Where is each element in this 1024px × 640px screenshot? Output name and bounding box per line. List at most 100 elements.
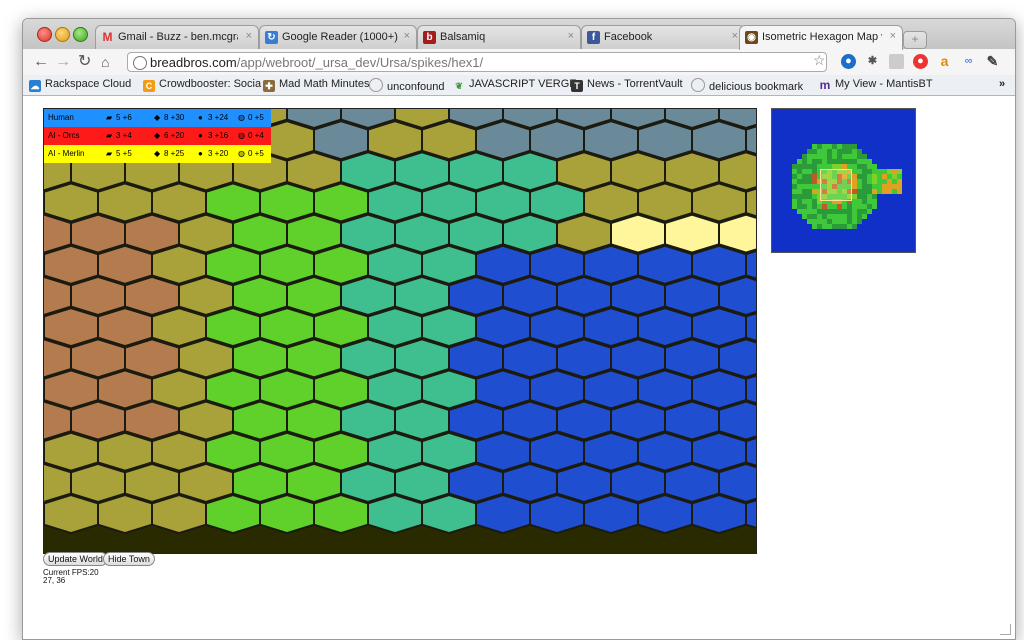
hex-tile[interactable] xyxy=(340,151,396,192)
hex-tile[interactable] xyxy=(259,182,315,223)
bookmark-crowdbooster[interactable]: C Crowdbooster: Socia xyxy=(143,78,261,92)
home-icon[interactable]: ⌂ xyxy=(101,53,109,71)
hex-tile[interactable] xyxy=(44,369,99,410)
hex-tile[interactable] xyxy=(313,182,369,223)
hex-tile[interactable] xyxy=(583,307,639,348)
hex-tile[interactable] xyxy=(421,244,477,285)
hex-tile[interactable] xyxy=(421,431,477,472)
bookmark-torrentvault[interactable]: T News - TorrentVault xyxy=(571,78,683,92)
hex-tile[interactable] xyxy=(367,369,423,410)
hex-tile[interactable] xyxy=(448,151,504,192)
close-tab-icon[interactable]: × xyxy=(246,30,252,42)
bookmarks-overflow-chevron[interactable]: » xyxy=(999,78,1005,90)
hex-tile[interactable] xyxy=(421,182,477,223)
hex-tile[interactable] xyxy=(151,431,207,472)
hex-tile[interactable] xyxy=(583,431,639,472)
hex-tile[interactable] xyxy=(691,431,747,472)
hex-tile[interactable] xyxy=(637,307,693,348)
hex-tile[interactable] xyxy=(475,369,531,410)
hex-tile[interactable] xyxy=(97,307,153,348)
hex-tile[interactable] xyxy=(232,400,288,441)
tab-facebook[interactable]: f Facebook × xyxy=(581,25,745,49)
hex-tile[interactable] xyxy=(664,338,720,379)
hex-tile[interactable] xyxy=(529,244,585,285)
hex-tile[interactable] xyxy=(205,431,261,472)
tab-google-reader[interactable]: ↻ Google Reader (1000+) × xyxy=(259,25,417,49)
hex-tile[interactable] xyxy=(421,369,477,410)
hex-tile[interactable] xyxy=(259,244,315,285)
hex-tile[interactable] xyxy=(556,213,612,254)
hex-tile[interactable] xyxy=(394,462,450,503)
hex-tile[interactable] xyxy=(421,307,477,348)
hex-tile[interactable] xyxy=(475,120,531,161)
close-tab-icon[interactable]: × xyxy=(568,30,574,42)
hex-tile[interactable] xyxy=(529,431,585,472)
hex-tile[interactable] xyxy=(205,307,261,348)
hex-tile[interactable] xyxy=(475,182,531,223)
hex-tile[interactable] xyxy=(286,275,342,317)
hex-tile[interactable] xyxy=(664,400,720,441)
hex-tile[interactable] xyxy=(232,462,288,503)
hex-tile[interactable] xyxy=(70,275,126,317)
hex-tile[interactable] xyxy=(340,400,396,441)
hex-tile[interactable] xyxy=(313,369,369,410)
hex-tile[interactable] xyxy=(421,120,477,161)
hex-tile[interactable] xyxy=(664,213,720,254)
hex-tile[interactable] xyxy=(97,431,153,472)
hex-tile[interactable] xyxy=(205,182,261,223)
hex-tile[interactable] xyxy=(610,462,666,503)
hex-tile[interactable] xyxy=(232,275,288,317)
hex-map-canvas[interactable]: Human ▰ 5 +6 ◆ 8 +30 ● 3 +24 ◍ 0 +5 AI - Orc… xyxy=(43,108,757,554)
hex-tile[interactable] xyxy=(502,400,558,441)
hex-tile[interactable] xyxy=(610,213,666,254)
hex-tile[interactable] xyxy=(286,462,342,503)
hex-tile[interactable] xyxy=(691,182,747,223)
hex-tile[interactable] xyxy=(610,338,666,379)
hex-map[interactable] xyxy=(44,109,756,553)
hex-tile[interactable] xyxy=(44,244,99,285)
hex-tile[interactable] xyxy=(259,307,315,348)
close-tab-icon[interactable]: × xyxy=(732,30,738,42)
hex-tile[interactable] xyxy=(583,182,639,223)
hex-tile[interactable] xyxy=(394,151,450,192)
hex-tile[interactable] xyxy=(448,462,504,503)
hex-tile[interactable] xyxy=(151,307,207,348)
hex-tile[interactable] xyxy=(637,431,693,472)
hex-tile[interactable] xyxy=(556,275,612,317)
hex-tile[interactable] xyxy=(556,338,612,379)
hex-tile[interactable] xyxy=(151,182,207,223)
hex-tile[interactable] xyxy=(44,307,99,348)
hex-tile[interactable] xyxy=(529,182,585,223)
hex-tile[interactable] xyxy=(178,462,234,503)
hex-tile[interactable] xyxy=(448,213,504,254)
hex-tile[interactable] xyxy=(259,431,315,472)
hex-tile[interactable] xyxy=(610,400,666,441)
forward-arrow-icon[interactable]: → xyxy=(55,53,71,71)
hex-tile[interactable] xyxy=(232,213,288,254)
hex-tile[interactable] xyxy=(313,244,369,285)
extension-icon[interactable] xyxy=(889,54,904,69)
hex-tile[interactable] xyxy=(691,244,747,285)
hex-tile[interactable] xyxy=(475,494,531,535)
hex-tile[interactable] xyxy=(502,213,558,254)
tab-balsamiq[interactable]: b Balsamiq × xyxy=(417,25,581,49)
hex-tile[interactable] xyxy=(475,307,531,348)
hex-tile[interactable] xyxy=(529,494,585,535)
resize-grip[interactable] xyxy=(1000,624,1011,635)
hex-tile[interactable] xyxy=(502,275,558,317)
bookmark-unconfound[interactable]: unconfound xyxy=(369,78,445,93)
hex-tile[interactable] xyxy=(475,244,531,285)
close-tab-icon[interactable]: × xyxy=(890,30,896,42)
hex-tile[interactable] xyxy=(313,431,369,472)
hex-tile[interactable] xyxy=(691,369,747,410)
hex-tile[interactable] xyxy=(124,275,180,317)
hex-tile[interactable] xyxy=(448,338,504,379)
update-world-button[interactable]: Update World xyxy=(43,552,108,566)
hex-tile[interactable] xyxy=(124,213,180,254)
reload-icon[interactable]: ↻ xyxy=(78,53,91,71)
hex-tile[interactable] xyxy=(340,213,396,254)
new-tab-button[interactable]: + xyxy=(903,31,927,49)
minimap-viewport[interactable] xyxy=(820,169,852,201)
hex-tile[interactable] xyxy=(556,462,612,503)
hex-tile[interactable] xyxy=(664,462,720,503)
